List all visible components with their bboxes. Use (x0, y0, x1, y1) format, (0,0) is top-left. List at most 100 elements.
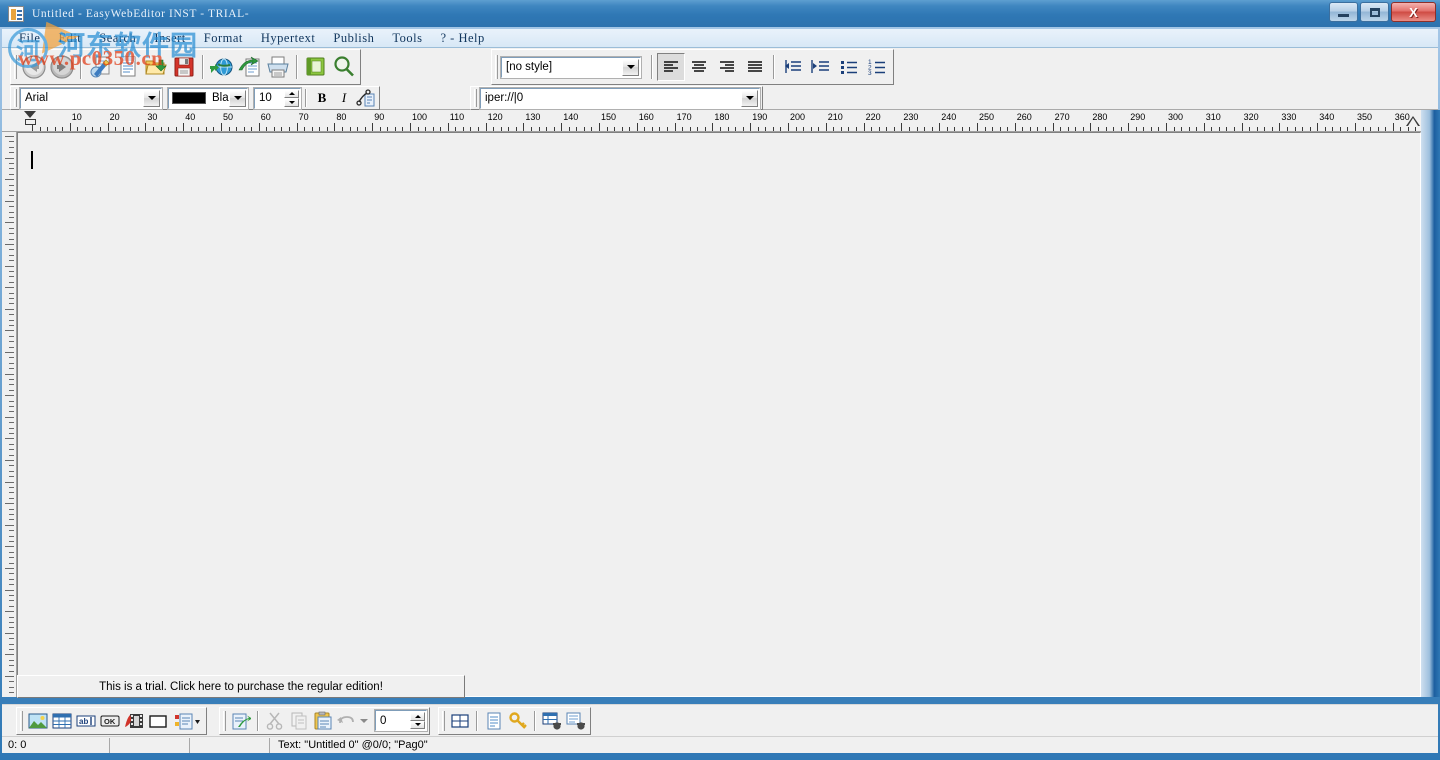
chevron-down-icon[interactable] (622, 59, 639, 76)
toolbar-grip[interactable] (495, 55, 498, 79)
insert-link-button[interactable] (355, 87, 377, 109)
url-select[interactable]: iper://|0 (480, 88, 760, 109)
chevron-down-icon[interactable] (229, 90, 246, 107)
menu-item-tools[interactable]: Tools (383, 31, 431, 46)
ruler-tick-major (675, 123, 676, 132)
align-center-button[interactable] (685, 53, 713, 81)
close-button[interactable]: X (1391, 2, 1436, 22)
insert-toolbar: ab OK (2, 704, 1438, 736)
status-coordinates: 0: 0 (2, 738, 110, 753)
page-properties-button[interactable] (482, 709, 506, 733)
paste-button[interactable] (311, 709, 335, 733)
toolbar-grip[interactable] (14, 89, 17, 107)
undo-count-spin-buttons[interactable] (410, 712, 425, 729)
font-size-stepper[interactable]: 10 (254, 88, 301, 109)
font-size-value: 10 (259, 92, 272, 104)
toolbar-grip[interactable] (442, 711, 445, 731)
maximize-button[interactable] (1360, 2, 1389, 22)
key-permissions-button[interactable] (506, 709, 530, 733)
vruler-tick-major (5, 201, 14, 202)
print-button[interactable] (264, 53, 292, 81)
undo-dropdown-button[interactable] (357, 709, 371, 733)
left-indent-marker[interactable] (24, 111, 37, 129)
document-canvas[interactable] (17, 132, 1421, 697)
undo-button[interactable] (335, 709, 357, 733)
grid-button[interactable] (448, 709, 472, 733)
undo-count-stepper[interactable]: 0 (375, 710, 427, 731)
toolbar-separator (534, 711, 536, 731)
open-document-button[interactable] (142, 53, 170, 81)
insert-list-button[interactable] (170, 709, 204, 733)
menu-item-format[interactable]: Format (195, 31, 252, 46)
font-family-select[interactable]: Arial (20, 88, 162, 109)
preview-browser-button[interactable] (236, 53, 264, 81)
numbered-list-button[interactable]: 1 2 3 (863, 53, 891, 81)
bullet-list-button[interactable] (835, 53, 863, 81)
menu-item-edit[interactable]: Edit (49, 31, 90, 46)
menu-item-help[interactable]: ? - Help (432, 31, 494, 46)
site-map-button[interactable] (540, 709, 564, 733)
align-right-button[interactable] (713, 53, 741, 81)
forward-button[interactable] (48, 53, 76, 81)
site-settings-button[interactable] (564, 709, 588, 733)
ruler-label: 130 (525, 112, 540, 122)
menu-item-insert[interactable]: Insert (145, 31, 194, 46)
vruler-tick-minor (9, 212, 14, 213)
vruler-tick-minor (9, 649, 14, 650)
menu-item-file[interactable]: File (10, 31, 49, 46)
italic-button[interactable]: I (333, 87, 355, 109)
ruler-label: 210 (828, 112, 843, 122)
document-page[interactable] (20, 135, 1418, 694)
go-to-button[interactable] (229, 709, 253, 733)
manual-button[interactable] (302, 53, 330, 81)
insert-multimedia-button[interactable] (122, 709, 146, 733)
insert-image-button[interactable] (26, 709, 50, 733)
ruler-label: 280 (1092, 112, 1107, 122)
toolbar-grip[interactable] (20, 711, 23, 731)
decrease-indent-button[interactable] (779, 53, 807, 81)
font-color-select[interactable]: Black (168, 88, 248, 109)
align-justify-button[interactable] (741, 53, 769, 81)
menu-item-search[interactable]: Search (90, 31, 145, 46)
copy-button[interactable] (287, 709, 311, 733)
new-document-button[interactable] (114, 53, 142, 81)
chevron-down-icon (360, 719, 368, 723)
insert-text-field-button[interactable]: ab (74, 709, 98, 733)
publish-web-button[interactable] (208, 53, 236, 81)
chevron-down-icon[interactable] (143, 90, 160, 107)
font-size-spin-buttons[interactable] (284, 90, 299, 107)
ruler-label: 170 (677, 112, 692, 122)
style-select[interactable]: [no style] (501, 57, 641, 78)
menu-item-publish[interactable]: Publish (324, 31, 383, 46)
spin-down-icon[interactable] (410, 721, 425, 730)
insert-frame-button[interactable] (146, 709, 170, 733)
spin-up-icon[interactable] (284, 90, 299, 99)
ruler-tick-major (864, 123, 865, 132)
insert-button-button[interactable]: OK (98, 709, 122, 733)
save-document-button[interactable] (170, 53, 198, 81)
new-page-wizard-button[interactable] (86, 53, 114, 81)
horizontal-ruler[interactable]: 1020304050607080901001101201301401501601… (2, 110, 1438, 132)
vruler-tick-minor (9, 552, 14, 553)
ruler-tick-major (1128, 123, 1129, 132)
vruler-tick-minor (9, 233, 14, 234)
menu-item-hypertext[interactable]: Hypertext (252, 31, 324, 46)
trial-purchase-banner[interactable]: This is a trial. Click here to purchase … (17, 675, 465, 698)
increase-indent-button[interactable] (807, 53, 835, 81)
chevron-down-icon[interactable] (741, 90, 758, 107)
align-left-button[interactable] (657, 53, 685, 81)
vertical-ruler[interactable] (2, 132, 17, 697)
bold-button[interactable]: B (311, 87, 333, 109)
spin-up-icon[interactable] (410, 712, 425, 721)
find-button[interactable] (330, 53, 358, 81)
cut-button[interactable] (263, 709, 287, 733)
minimize-button[interactable] (1329, 2, 1358, 22)
back-button[interactable] (20, 53, 48, 81)
ruler-label: 200 (790, 112, 805, 122)
toolbar-grip[interactable] (223, 711, 226, 731)
toolbar-grip[interactable] (14, 55, 17, 79)
toolbar-grip[interactable] (474, 89, 477, 107)
svg-text:ab: ab (79, 717, 88, 726)
spin-down-icon[interactable] (284, 98, 299, 107)
insert-table-button[interactable] (50, 709, 74, 733)
